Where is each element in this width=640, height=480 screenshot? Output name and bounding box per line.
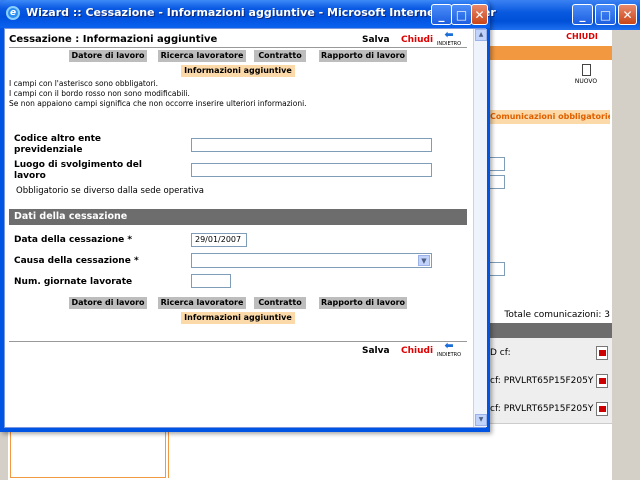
salva-button-bottom[interactable]: Salva (362, 346, 390, 356)
section-header: Dati della cessazione (9, 209, 467, 225)
tab-datore-di-lavoro[interactable]: Datore di lavoro (69, 50, 147, 62)
chiudi-button-bottom[interactable]: Chiudi (401, 346, 433, 356)
table-row[interactable]: cf: PRVLRT65P15F205Y (488, 394, 612, 424)
indietro-button-bottom[interactable]: ⬅ INDIETRO (432, 339, 466, 361)
luogo-note: Obbligatorio se diverso dalla sede opera… (16, 186, 204, 196)
maximize-button[interactable]: □ (451, 4, 472, 25)
bg-maximize-button[interactable]: □ (595, 4, 616, 25)
tab-informazioni-aggiuntive[interactable]: Informazioni aggiuntive (181, 65, 295, 77)
info-line: Se non appaiono campi significa che non … (9, 99, 307, 108)
bg-frame-right (612, 30, 640, 480)
bg-row-text: D cf: (490, 348, 511, 358)
bg-input-1[interactable] (488, 157, 505, 171)
wizard-window: e Wizard :: Cessazione - Informazioni ag… (0, 0, 496, 432)
vertical-scrollbar[interactable]: ▲ ▼ (473, 29, 487, 427)
luogo-svolgimento-input[interactable] (191, 163, 432, 177)
bg-nuovo-button[interactable]: NUOVO (568, 64, 604, 90)
causa-cessazione-label: Causa della cessazione * (14, 256, 139, 266)
causa-cessazione-select[interactable]: ▼ (191, 253, 432, 268)
chiudi-button[interactable]: Chiudi (401, 35, 433, 45)
pdf-icon[interactable] (596, 402, 608, 416)
chevron-down-icon[interactable]: ▼ (418, 255, 430, 266)
back-arrow-icon: ⬅ (444, 28, 454, 41)
scroll-up-arrow[interactable]: ▲ (475, 29, 487, 41)
codice-altro-ente-label: Codice altro ente previdenziale (14, 134, 102, 155)
tab-rapporto-di-lavoro-bottom[interactable]: Rapporto di lavoro (319, 297, 407, 309)
bg-row-text: cf: PRVLRT65P15F205Y (490, 376, 594, 386)
wizard-content: ▲ ▼ Cessazione : Informazioni aggiuntive… (4, 28, 487, 428)
back-arrow-icon: ⬅ (444, 339, 454, 352)
close-button[interactable]: ✕ (471, 4, 488, 25)
bg-input-3[interactable] (488, 262, 505, 276)
table-row[interactable]: cf: PRVLRT65P15F205Y (488, 366, 612, 396)
bg-orange-bar (488, 46, 612, 60)
info-line: I campi con l'asterisco sono obbligatori… (9, 79, 159, 88)
page-title: Cessazione : Informazioni aggiuntive (9, 34, 218, 45)
divider (9, 341, 467, 342)
pdf-icon[interactable] (596, 346, 608, 360)
pdf-icon[interactable] (596, 374, 608, 388)
table-row[interactable]: D cf: (488, 338, 612, 368)
bg-chiudi-link[interactable]: CHIUDI (552, 30, 612, 44)
tab-ricerca-lavoratore-bottom[interactable]: Ricerca lavoratore (158, 297, 246, 309)
tab-informazioni-aggiuntive-bottom[interactable]: Informazioni aggiuntive (181, 312, 295, 324)
bg-total-label: Totale comunicazioni: 3 (504, 310, 610, 320)
bg-tab-comunicazioni[interactable]: Comunicazioni obbligatorie (486, 110, 610, 124)
tab-contratto[interactable]: Contratto (254, 50, 306, 62)
giornate-lavorate-input[interactable] (191, 274, 231, 288)
luogo-svolgimento-label: Luogo di svolgimento del lavoro (14, 160, 142, 181)
info-line: I campi con il bordo rosso non sono modi… (9, 89, 190, 98)
salva-button[interactable]: Salva (362, 35, 390, 45)
bg-row-text: cf: PRVLRT65P15F205Y (490, 404, 594, 414)
scroll-down-arrow[interactable]: ▼ (475, 414, 487, 426)
wizard-title-bar[interactable]: e Wizard :: Cessazione - Informazioni ag… (0, 0, 496, 28)
bg-nuovo-label: NUOVO (574, 78, 598, 85)
tab-contratto-bottom[interactable]: Contratto (254, 297, 306, 309)
tab-rapporto-di-lavoro[interactable]: Rapporto di lavoro (319, 50, 407, 62)
bg-minimize-button[interactable]: _ (572, 4, 593, 25)
tab-ricerca-lavoratore[interactable]: Ricerca lavoratore (158, 50, 246, 62)
giornate-lavorate-label: Num. giornate lavorate (14, 277, 133, 287)
bg-close-button[interactable]: ✕ (618, 4, 637, 25)
data-cessazione-input[interactable]: 29/01/2007 (191, 233, 247, 247)
indietro-label: INDIETRO (436, 352, 462, 358)
tab-datore-di-lavoro-bottom[interactable]: Datore di lavoro (69, 297, 147, 309)
bg-table-header (488, 323, 612, 338)
wizard-window-title: Wizard :: Cessazione - Informazioni aggi… (26, 6, 496, 19)
data-cessazione-label: Data della cessazione * (14, 235, 133, 245)
codice-altro-ente-input[interactable] (191, 138, 432, 152)
bg-input-2[interactable] (488, 175, 505, 189)
bg-divider (168, 430, 169, 478)
bg-left-panel (10, 430, 166, 478)
internet-explorer-icon: e (6, 6, 20, 20)
divider (9, 47, 467, 48)
minimize-button[interactable]: _ (431, 4, 452, 25)
new-document-icon (581, 64, 591, 76)
